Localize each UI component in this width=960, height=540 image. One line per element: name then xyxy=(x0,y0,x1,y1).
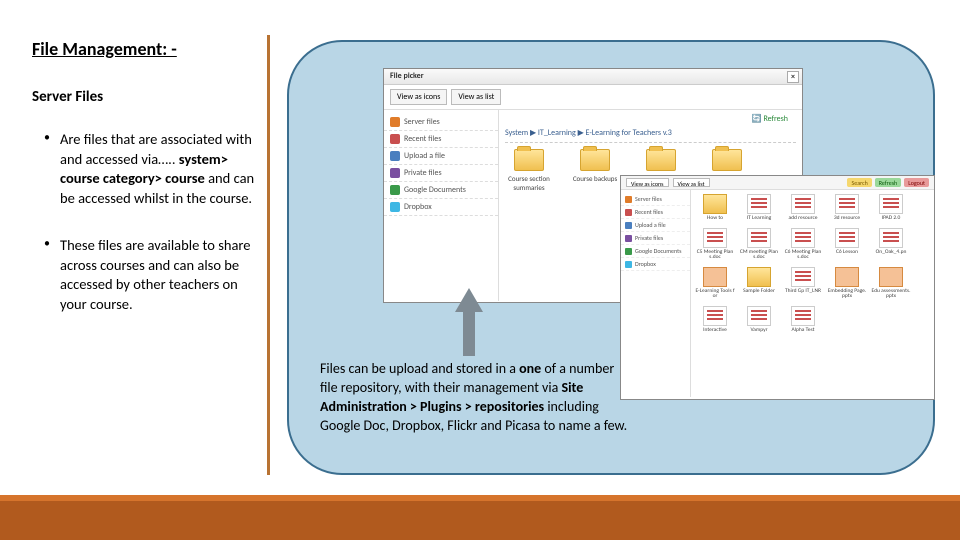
view-icons-button[interactable]: View as icons xyxy=(390,89,447,105)
breadcrumb[interactable]: System ▶ IT_Learning ▶ E-Learning for Te… xyxy=(505,128,796,143)
file-picker-window-2: View as icons View as list Search Refres… xyxy=(620,175,935,400)
fp2-sidebar: Server filesRecent filesUpload a filePri… xyxy=(621,190,691,397)
sidebar-item[interactable]: Server files xyxy=(384,114,498,131)
repo-icon xyxy=(390,185,400,195)
file-icon xyxy=(791,267,815,287)
folder-icon xyxy=(646,149,676,171)
repo-icon xyxy=(625,209,632,216)
file-icon xyxy=(703,306,727,326)
fp1-sidebar: Server filesRecent filesUpload a filePri… xyxy=(384,110,499,301)
file-icon xyxy=(835,228,859,248)
file-icon xyxy=(791,228,815,248)
repo-icon xyxy=(625,261,632,268)
sidebar-item[interactable]: Upload a file xyxy=(384,148,498,165)
logout-button[interactable]: Logout xyxy=(904,178,929,187)
file-item[interactable]: Sample Folder xyxy=(739,267,779,300)
sidebar-item[interactable]: Upload a file xyxy=(621,219,690,232)
file-item[interactable]: Interactive xyxy=(695,306,735,334)
sidebar-item[interactable]: Google Documents xyxy=(621,245,690,258)
body-text: Are files that are associated with and a… xyxy=(32,130,262,343)
repo-icon xyxy=(390,134,400,144)
file-icon xyxy=(791,306,815,326)
file-icon xyxy=(747,194,771,214)
repo-icon xyxy=(625,222,632,229)
file-item[interactable]: C6 Lesson xyxy=(827,228,867,261)
folder-icon xyxy=(514,149,544,171)
sidebar-item[interactable]: Server files xyxy=(621,193,690,206)
repo-icon xyxy=(390,202,400,212)
footer-bar xyxy=(0,495,960,540)
sidebar-item[interactable]: Private files xyxy=(384,165,498,182)
sidebar-item[interactable]: Google Documents xyxy=(384,182,498,199)
file-item[interactable]: On_Oak_4.pn xyxy=(871,228,911,261)
file-item[interactable]: Third Gp IT_LNR xyxy=(783,267,823,300)
repo-icon xyxy=(390,168,400,178)
file-icon xyxy=(835,194,859,214)
file-item[interactable]: E-Learning Tools for xyxy=(695,267,735,300)
sidebar-item[interactable]: Private files xyxy=(621,232,690,245)
file-icon xyxy=(703,194,727,214)
file-icon xyxy=(835,267,859,287)
file-item[interactable]: C6 Meeting Plans.doc xyxy=(783,228,823,261)
folder-item[interactable]: Course section summaries xyxy=(505,149,553,192)
file-item[interactable]: Vampyr xyxy=(739,306,779,334)
folder-item[interactable]: Course backups xyxy=(571,149,619,192)
close-icon[interactable]: × xyxy=(787,71,799,83)
window-title: File picker xyxy=(390,71,424,81)
bullet-1: Are files that are associated with and a… xyxy=(32,130,262,208)
file-item[interactable]: CM meeting Plans.doc xyxy=(739,228,779,261)
refresh-link[interactable]: 🔄 Refresh xyxy=(505,114,796,124)
file-icon xyxy=(747,228,771,248)
folder-icon xyxy=(580,149,610,171)
file-item[interactable]: 3d resource xyxy=(827,194,867,222)
file-item[interactable]: Alpha Test xyxy=(783,306,823,334)
file-item[interactable]: Edu assessments.pptx xyxy=(871,267,911,300)
file-item[interactable]: Embedding Page.pptx xyxy=(827,267,867,300)
repo-icon xyxy=(390,117,400,127)
file-item[interactable]: How to xyxy=(695,194,735,222)
file-icon xyxy=(747,267,771,287)
fp1-toolbar: View as icons View as list xyxy=(384,85,802,110)
refresh-button[interactable]: Refresh xyxy=(875,178,901,187)
file-icon xyxy=(879,267,903,287)
file-icon xyxy=(791,194,815,214)
file-item[interactable]: IT Learning xyxy=(739,194,779,222)
bullet-2: These files are available to share acros… xyxy=(32,236,262,314)
repo-icon xyxy=(625,196,632,203)
folder-icon xyxy=(712,149,742,171)
search-button[interactable]: Search xyxy=(847,178,871,187)
slide-title: File Management: - xyxy=(32,38,177,60)
caption-text: Files can be upload and stored in a one … xyxy=(320,360,630,436)
repo-icon xyxy=(390,151,400,161)
file-item[interactable]: C5 Meeting Plans.doc xyxy=(695,228,735,261)
window-titlebar: File picker × xyxy=(384,69,802,85)
fp2-toolbar: View as icons View as list Search Refres… xyxy=(621,176,934,190)
file-icon xyxy=(703,228,727,248)
repo-icon xyxy=(625,235,632,242)
repo-icon xyxy=(625,248,632,255)
view-icons-button[interactable]: View as icons xyxy=(626,178,669,187)
view-list-button[interactable]: View as list xyxy=(451,89,501,105)
vertical-divider xyxy=(267,35,270,475)
sidebar-item[interactable]: Dropbox xyxy=(621,258,690,271)
slide-subtitle: Server Files xyxy=(32,88,103,106)
sidebar-item[interactable]: Recent files xyxy=(621,206,690,219)
view-list-button[interactable]: View as list xyxy=(673,178,710,187)
file-icon xyxy=(703,267,727,287)
file-icon xyxy=(747,306,771,326)
file-icon xyxy=(879,194,903,214)
arrow-icon xyxy=(455,288,483,356)
file-item[interactable]: add resource xyxy=(783,194,823,222)
sidebar-item[interactable]: Recent files xyxy=(384,131,498,148)
file-grid: How toIT Learningadd resource3d resource… xyxy=(695,194,930,333)
file-item[interactable]: IPAD 2.0 xyxy=(871,194,911,222)
sidebar-item[interactable]: Dropbox xyxy=(384,199,498,216)
file-icon xyxy=(879,228,903,248)
